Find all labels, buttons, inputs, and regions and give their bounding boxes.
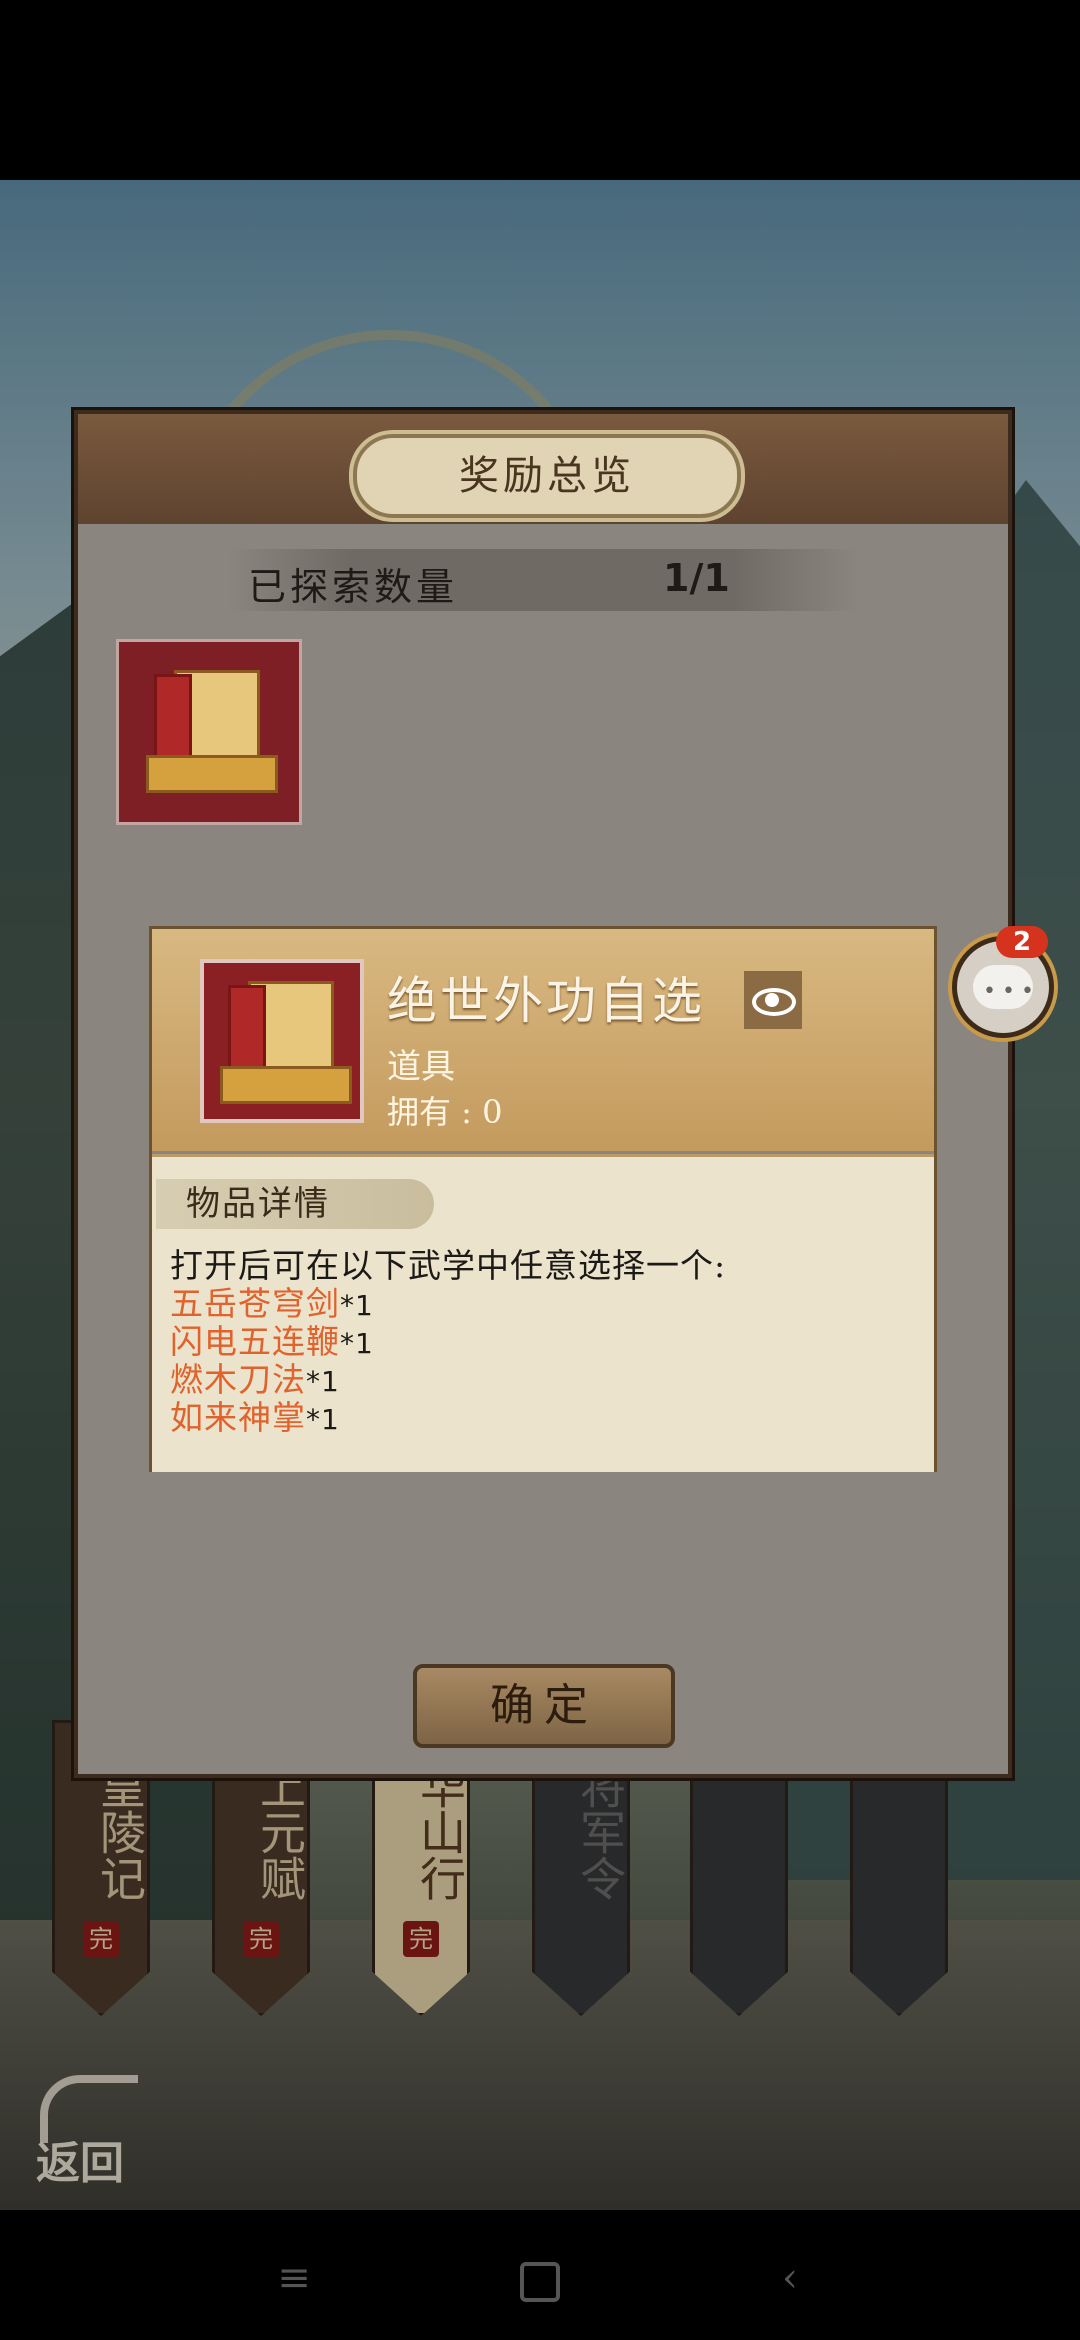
navigation-bar: ≡ ‹	[0, 2210, 1080, 2340]
item-owned: 拥有 : 0	[387, 1093, 503, 1131]
popup-body: 物品详情 打开后可在以下武学中任意选择一个: 五岳苍穹剑*1 闪电五连鞭*1 燃…	[152, 1154, 934, 1472]
explore-label: 已探索数量	[248, 565, 459, 609]
preview-button[interactable]	[744, 971, 802, 1029]
martial-book-icon	[220, 981, 352, 1104]
item-icon	[200, 959, 364, 1123]
detail-tab: 物品详情	[156, 1179, 434, 1229]
popup-header: 绝世外功自选 道具 拥有 : 0	[152, 929, 934, 1151]
chat-dots: •••	[983, 979, 1040, 1004]
explore-value: 1/1	[663, 556, 730, 600]
item-type: 道具	[387, 1047, 455, 1087]
title-plate: 奖励总览	[353, 434, 741, 518]
reward-name: 如来神掌	[170, 1398, 306, 1437]
dialog-title: 奖励总览	[459, 453, 635, 499]
confirm-button[interactable]: 确定	[413, 1664, 675, 1748]
home-icon[interactable]	[520, 2262, 560, 2302]
martial-book-icon	[146, 670, 278, 793]
back-icon[interactable]: ‹	[770, 2258, 810, 2298]
item-name: 绝世外功自选	[387, 972, 705, 1030]
status-bar	[0, 0, 1080, 180]
menu-icon[interactable]: ≡	[274, 2258, 314, 2298]
chat-unread-badge: 2	[996, 926, 1048, 958]
detail-tab-label: 物品详情	[186, 1184, 330, 1224]
eye-pupil	[765, 993, 779, 1007]
reward-qty: *1	[306, 1403, 340, 1436]
dialog-header: 奖励总览	[78, 414, 1008, 524]
reward-item-slot[interactable]	[116, 639, 302, 825]
reward-qty: *1	[340, 1327, 374, 1360]
reward-entry: 如来神掌*1	[170, 1391, 340, 1439]
item-detail-popup: 绝世外功自选 道具 拥有 : 0 物品详情 打开后可在以下武学中任意选择一个: …	[149, 926, 937, 1472]
